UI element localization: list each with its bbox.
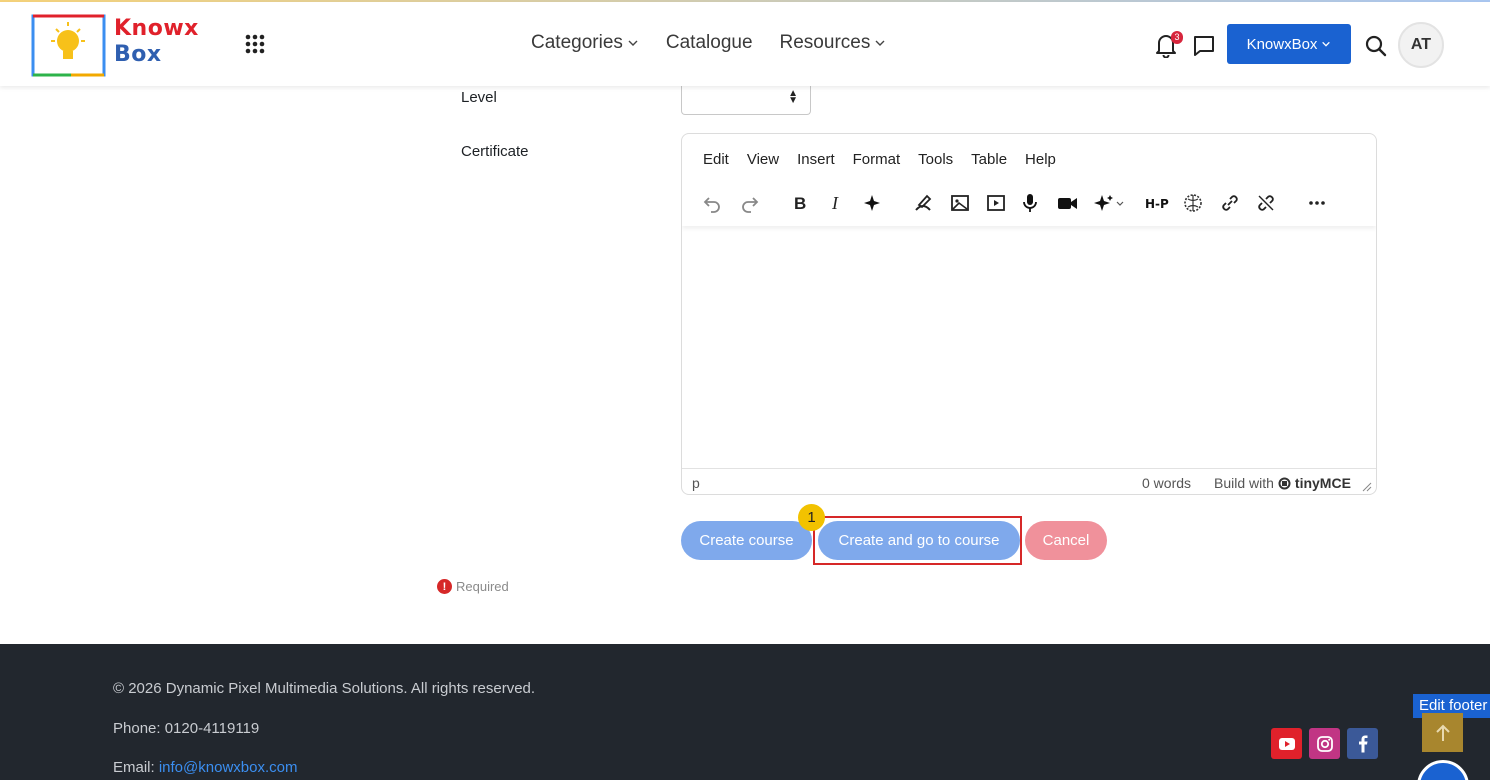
email-link[interactable]: info@knowxbox.com <box>159 759 298 776</box>
svg-text:B: B <box>794 194 806 213</box>
media-icon[interactable] <box>985 192 1007 214</box>
step-badge: 1 <box>798 504 825 531</box>
cancel-button[interactable]: Cancel <box>1025 521 1107 560</box>
menu-table[interactable]: Table <box>971 151 1007 168</box>
tinymce-logo-icon <box>1278 477 1291 489</box>
bold-icon[interactable]: B <box>789 192 811 214</box>
redo-icon[interactable] <box>739 192 761 214</box>
italic-icon[interactable]: I <box>825 192 847 214</box>
svg-text:I: I <box>831 193 839 213</box>
tinymce-branding[interactable]: Build with tinyMCE <box>1214 475 1351 491</box>
logo-line-1: Knowx <box>114 16 199 41</box>
menu-view[interactable]: View <box>747 151 779 168</box>
required-text: Required <box>456 579 509 594</box>
video-camera-icon[interactable] <box>1056 192 1078 214</box>
nav-categories-label: Categories <box>531 32 623 53</box>
required-icon: ! <box>437 579 452 594</box>
phone-text: Phone: 0120-4119119 <box>113 720 260 737</box>
link-icon[interactable] <box>1219 192 1241 214</box>
microphone-icon[interactable] <box>1019 192 1041 214</box>
menu-insert[interactable]: Insert <box>797 151 835 168</box>
instagram-icon[interactable] <box>1309 728 1340 759</box>
menu-help[interactable]: Help <box>1025 151 1056 168</box>
ai-tools-dropdown-icon[interactable] <box>1092 192 1126 214</box>
more-icon[interactable] <box>1306 192 1328 214</box>
h5p-icon[interactable]: H-P <box>1144 192 1170 214</box>
logo-line-2: Box <box>114 42 162 67</box>
youtube-icon[interactable] <box>1271 728 1302 759</box>
level-label: Level <box>461 89 497 106</box>
copyright-text: © 2026 Dynamic Pixel Multimedia Solution… <box>113 680 536 697</box>
site-header: Knowx Box Categories Catalogue Resources… <box>0 2 1490 86</box>
tinymce-brand: tinyMCE <box>1294 475 1351 491</box>
apps-grid-icon[interactable] <box>245 34 265 54</box>
org-menu-button[interactable]: KnowxBox <box>1227 24 1351 64</box>
site-footer: © 2026 Dynamic Pixel Multimedia Solution… <box>0 644 1490 780</box>
select-arrows-icon: ▲ ▼ <box>788 88 798 106</box>
draw-icon[interactable] <box>912 192 934 214</box>
certificate-label: Certificate <box>461 143 529 160</box>
arrow-up-icon <box>1435 724 1450 741</box>
nav-resources-label: Resources <box>779 32 871 53</box>
menu-format[interactable]: Format <box>853 151 901 168</box>
menu-tools[interactable]: Tools <box>918 151 953 168</box>
menu-edit[interactable]: Edit <box>703 151 729 168</box>
editor-toolbar: B I H-P <box>682 182 1376 226</box>
resize-handle-icon[interactable] <box>1362 482 1372 492</box>
email-prefix: Email: <box>113 759 159 776</box>
chevron-down-icon <box>875 40 885 46</box>
element-path[interactable]: p <box>692 475 700 491</box>
brain-icon[interactable] <box>1182 192 1204 214</box>
undo-icon[interactable] <box>701 192 723 214</box>
main-nav: Categories Catalogue Resources <box>531 32 886 54</box>
email-line: Email: info@knowxbox.com <box>113 759 297 776</box>
certificate-editor: Edit View Insert Format Tools Table Help… <box>681 133 1377 495</box>
svg-text:H-P: H-P <box>1145 197 1169 211</box>
user-avatar[interactable]: AT <box>1398 22 1444 68</box>
org-menu-label: KnowxBox <box>1246 35 1318 53</box>
nav-catalogue[interactable]: Catalogue <box>666 32 753 54</box>
editor-content-area[interactable] <box>682 228 1376 468</box>
scroll-to-top-button[interactable] <box>1422 713 1463 752</box>
notification-count-badge: 3 <box>1171 31 1183 44</box>
editor-menubar: Edit View Insert Format Tools Table Help <box>703 151 1056 168</box>
image-icon[interactable] <box>949 192 971 214</box>
nav-categories[interactable]: Categories <box>531 32 639 54</box>
chevron-down-icon <box>1322 41 1331 47</box>
highlight-box <box>813 516 1022 565</box>
build-with-label: Build with <box>1214 475 1274 491</box>
logo-icon[interactable] <box>31 14 106 77</box>
logo-wordmark[interactable]: Knowx Box <box>114 16 199 68</box>
facebook-icon[interactable] <box>1347 728 1378 759</box>
word-count[interactable]: 0 words <box>1142 475 1191 491</box>
search-icon[interactable] <box>1364 34 1388 58</box>
ai-sparkle-icon[interactable] <box>861 192 883 214</box>
message-icon[interactable] <box>1192 34 1216 58</box>
required-note: ! Required <box>437 579 509 594</box>
create-course-button[interactable]: Create course <box>681 521 812 560</box>
unlink-icon[interactable] <box>1255 192 1277 214</box>
nav-catalogue-label: Catalogue <box>665 32 753 53</box>
chevron-down-icon <box>628 40 638 46</box>
nav-resources[interactable]: Resources <box>780 32 887 54</box>
editor-statusbar: p 0 words Build with tinyMCE <box>682 468 1376 494</box>
